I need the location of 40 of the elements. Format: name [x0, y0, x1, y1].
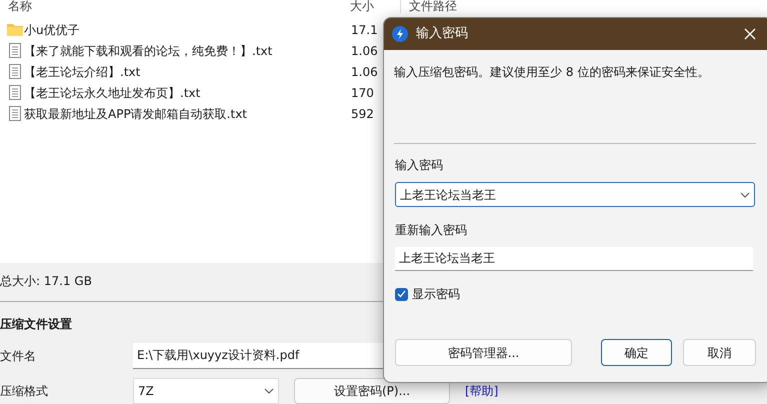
file-size: 17.1	[351, 22, 378, 38]
file-name: 【老王论坛永久地址发布页】.txt	[24, 84, 202, 102]
file-name: 获取最新地址及APP请发邮箱自动获取.txt	[24, 106, 248, 122]
file-size: 1.06	[351, 42, 378, 60]
dialog-title: 输入密码	[416, 25, 468, 44]
dialog-button[interactable]: 确定	[601, 339, 672, 366]
help-link[interactable]: [帮助]	[465, 382, 498, 400]
format-label: 压缩格式	[0, 383, 49, 400]
dialog-button[interactable]: 取消	[683, 339, 756, 366]
column-header[interactable]: 名称	[0, 0, 350, 13]
password-combo-field[interactable]: 上老王论坛当老王	[395, 182, 755, 207]
column-header[interactable]: 文件路径	[400, 0, 457, 13]
file-name: 小u优优子	[24, 22, 81, 38]
filename-label: 文件名	[0, 348, 37, 365]
dialog-message: 输入压缩包密码。建议使用至少 8 位的密码来保证安全性。	[394, 65, 710, 79]
section-title: 压缩文件设置	[0, 317, 72, 331]
app-logo-icon	[392, 26, 408, 42]
file-size: 170	[351, 84, 374, 102]
folder-icon	[7, 23, 23, 36]
dialog-button[interactable]: 密码管理器...	[395, 339, 572, 366]
total-size-text: 总大小: 17.1 GB	[0, 274, 92, 288]
text-file-icon	[9, 64, 21, 79]
file-name: 【来了就能下载和观看的论坛，纯免费！】.txt	[24, 42, 274, 60]
text-file-icon	[9, 85, 21, 100]
chevron-down-icon	[740, 192, 750, 198]
file-size: 1.06	[351, 64, 378, 80]
show-password-checkbox[interactable]	[395, 288, 408, 300]
column-header[interactable]: 大小	[350, 0, 400, 13]
format-dropdown[interactable]: 7Z	[133, 378, 279, 404]
close-icon[interactable]	[744, 28, 756, 40]
repeat-password-label: 重新输入密码	[395, 223, 467, 237]
file-name: 【老王论坛介绍】.txt	[24, 64, 142, 80]
password-label: 输入密码	[395, 158, 443, 172]
file-size: 592	[351, 106, 374, 122]
show-password-label: 显示密码	[412, 286, 460, 303]
repeat-password-field[interactable]: 上老王论坛当老王	[395, 247, 753, 271]
text-file-icon	[9, 43, 21, 58]
chevron-down-icon	[264, 388, 274, 394]
text-file-icon	[9, 106, 21, 121]
set-password-button[interactable]: 设置密码(P)...	[294, 378, 450, 404]
